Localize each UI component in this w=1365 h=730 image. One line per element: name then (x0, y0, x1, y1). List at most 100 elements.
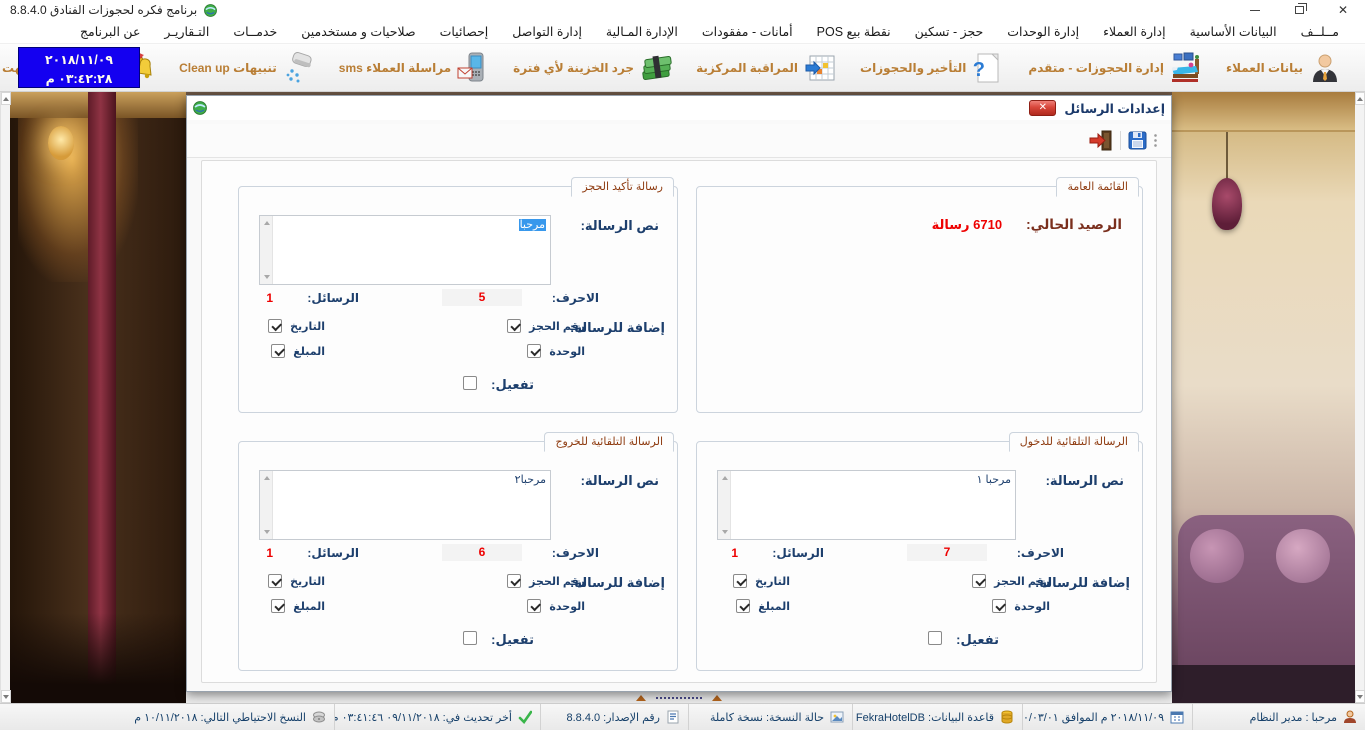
checkbox-checked-icon[interactable] (736, 599, 750, 613)
scroll-up-icon[interactable] (260, 472, 273, 484)
checkbox-date[interactable]: التاريخ (733, 574, 790, 588)
menu-lost-found[interactable]: أمانات - مفقودات (690, 20, 805, 44)
enable-checkbox[interactable] (928, 631, 942, 645)
dialog-titlebar: إعدادات الرسائل ✕ (187, 96, 1171, 120)
message-text: مرحبا٢ (515, 474, 546, 486)
checkbox-booking-number[interactable]: رقم الحجز (507, 574, 585, 588)
maximize-button[interactable] (1277, 0, 1321, 20)
checkbox-checked-icon[interactable] (733, 574, 747, 588)
checkbox-booking-number[interactable]: رقم الحجز (507, 319, 585, 333)
scroll-down-icon[interactable] (260, 526, 273, 538)
window-title: برنامج فكره لحجوزات الفنادق 8.8.4.0 (10, 3, 197, 17)
menu-finance[interactable]: الإدارة المـالية (594, 20, 690, 44)
enable-checkbox[interactable] (463, 376, 477, 390)
chars-count: 5 (442, 289, 522, 306)
scroll-up-icon[interactable] (1, 92, 11, 105)
message-textarea[interactable]: مرحبا (259, 215, 551, 285)
copy-status-icon (830, 710, 844, 724)
checkbox-unit[interactable]: الوحدة (527, 599, 585, 613)
menu-about[interactable]: عن البرنامج (68, 20, 152, 44)
menu-permissions[interactable]: صلاحيات و مستخدمين (289, 20, 427, 44)
minimize-button[interactable] (1233, 0, 1277, 20)
dialog-close-button[interactable]: ✕ (1029, 100, 1056, 116)
menu-units[interactable]: إدارة الوحدات (995, 20, 1091, 44)
app-globe-icon (203, 4, 217, 17)
message-text-label: نص الرسالة: (581, 473, 659, 489)
minimize-icon (1250, 10, 1260, 11)
checkbox-amount[interactable]: المبلغ (736, 599, 790, 613)
status-version: رقم الإصدار: 8.8.4.0 (540, 704, 688, 730)
checkbox-checked-icon[interactable] (268, 574, 282, 588)
checkbox-checked-icon[interactable] (271, 599, 285, 613)
dialog-toolbar (187, 124, 1171, 158)
chars-label: الاحرف: (552, 546, 599, 560)
menu-reports[interactable]: التـقاريـر (152, 20, 221, 44)
checkbox-booking-number[interactable]: رقم الحجز (972, 574, 1050, 588)
scroll-down-icon[interactable] (260, 271, 273, 283)
bed-icon (1170, 52, 1202, 84)
message-textarea[interactable]: مرحبا٢ (259, 470, 551, 540)
textarea-scrollbar[interactable] (718, 471, 731, 539)
status-logged-in-user: مرحبا : مدير النظام (1192, 704, 1365, 730)
textarea-scrollbar[interactable] (260, 471, 273, 539)
checkbox-checked-icon[interactable] (507, 319, 521, 333)
checkbox-date[interactable]: التاريخ (268, 319, 325, 333)
exit-button[interactable] (1089, 130, 1113, 151)
toolbar-sms-customers[interactable]: مراسلة العملاء sms (339, 52, 489, 84)
bottom-splitter[interactable] (186, 692, 1172, 703)
toolbar-bookings-advanced[interactable]: إدارة الحجوزات - متقدم (1028, 52, 1202, 84)
left-scrollbar[interactable] (0, 92, 10, 703)
checkbox-checked-icon[interactable] (271, 344, 285, 358)
toolbar-central-monitoring[interactable]: المراقبة المركزية (696, 52, 836, 84)
current-date: ٢٠١٨/١١/٠٩ (19, 51, 139, 70)
menu-booking[interactable]: حجز - تسكين (903, 20, 996, 44)
save-button[interactable] (1128, 131, 1147, 150)
checkbox-checked-icon[interactable] (992, 599, 1006, 613)
scroll-down-icon[interactable] (718, 526, 731, 538)
datetime-display: ٢٠١٨/١١/٠٩ ٠٣:٤٢:٢٨ م (18, 47, 140, 88)
right-scrollbar[interactable] (1355, 92, 1365, 703)
scroll-up-icon[interactable] (1355, 92, 1365, 105)
close-button[interactable]: ✕ (1321, 0, 1365, 20)
scroll-down-icon[interactable] (1355, 690, 1365, 703)
checkbox-checked-icon[interactable] (507, 574, 521, 588)
scroll-up-icon[interactable] (718, 472, 731, 484)
scroll-up-icon[interactable] (260, 217, 273, 229)
toolbar-treasury-count[interactable]: جرد الخزينة لأي فترة (513, 52, 672, 84)
menu-file[interactable]: مــلــف (1289, 20, 1351, 44)
checkbox-amount[interactable]: المبلغ (271, 344, 325, 358)
menu-pos[interactable]: نقطة بيع POS (805, 20, 903, 44)
checkbox-unit[interactable]: الوحدة (527, 344, 585, 358)
mdi-client-area: إعدادات الرسائل ✕ القائمة العامة (0, 92, 1365, 703)
menu-services[interactable]: خدمــات (221, 20, 289, 44)
checkbox-checked-icon[interactable] (527, 599, 541, 613)
menu-basic-data[interactable]: البيانات الأساسية (1178, 20, 1289, 44)
messages-label: الرسائل: (772, 546, 824, 560)
enable-label: تفعيل: (491, 632, 534, 648)
menu-communication[interactable]: إدارة التواصل (500, 20, 594, 44)
checkbox-checked-icon[interactable] (972, 574, 986, 588)
toolbar-delays-bookings[interactable]: ? التأخير والحجوزات (860, 52, 1004, 84)
enable-checkbox[interactable] (463, 631, 477, 645)
checkbox-checked-icon[interactable] (527, 344, 541, 358)
scroll-down-icon[interactable] (1, 690, 11, 703)
application-window: برنامج فكره لحجوزات الفنادق 8.8.4.0 ✕ مـ… (0, 0, 1365, 730)
messages-label: الرسائل: (307, 291, 359, 305)
checkbox-checked-icon[interactable] (268, 319, 282, 333)
status-current-date: ٢٠١٨/١١/٠٩ م الموافق ١٤٤٠/٠٣/٠١ هـ (1022, 704, 1192, 730)
toolbar-grip-icon[interactable] (1154, 133, 1157, 149)
svg-text:?: ? (973, 59, 985, 81)
checkbox-amount[interactable]: المبلغ (271, 599, 325, 613)
toolbar-customer-data[interactable]: بيانات العملاء (1226, 52, 1341, 84)
checkbox-date[interactable]: التاريخ (268, 574, 325, 588)
sms-phone-icon (457, 52, 489, 84)
menu-customers[interactable]: إدارة العملاء (1091, 20, 1177, 44)
checkbox-unit[interactable]: الوحدة (992, 599, 1050, 613)
close-icon: ✕ (1338, 4, 1348, 16)
textarea-scrollbar[interactable] (260, 216, 273, 284)
menu-statistics[interactable]: إحصائيات (428, 20, 501, 44)
chars-count: 6 (442, 544, 522, 561)
message-textarea[interactable]: مرحبا ١ (717, 470, 1016, 540)
current-balance-label: الرصيد الحالي: (1026, 217, 1122, 233)
toolbar-cleanup-alerts[interactable]: تنبيهات Clean up (179, 52, 315, 84)
